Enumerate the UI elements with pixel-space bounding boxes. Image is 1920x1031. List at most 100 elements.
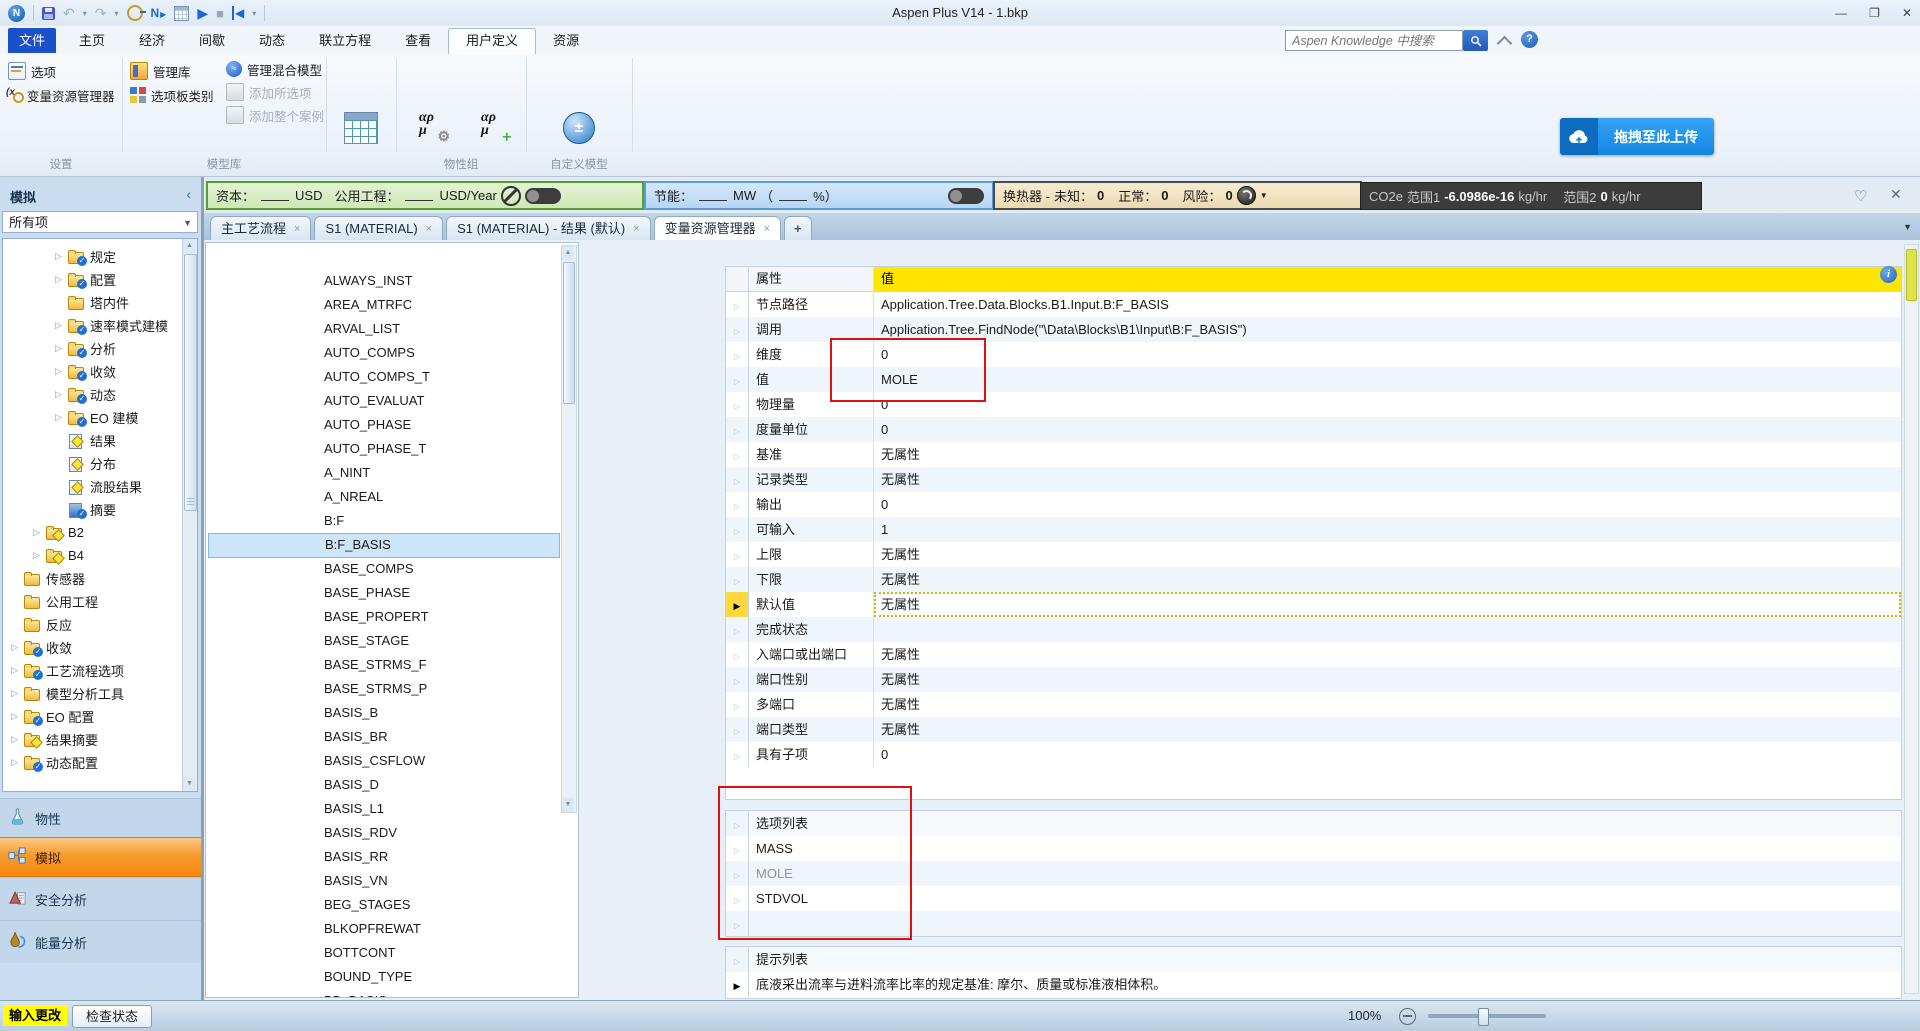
economics-toggle[interactable]: [525, 188, 561, 204]
property-row[interactable]: 基准无属性: [726, 442, 1901, 467]
scrollbar-thumb[interactable]: [1906, 249, 1917, 301]
manage-hybrid-models-button[interactable]: ≈ 管理混合模型: [226, 58, 322, 80]
document-tab[interactable]: 主工艺流程: [210, 216, 311, 240]
variable-list-item[interactable]: BASE_COMPS: [208, 557, 560, 580]
variable-list-item[interactable]: ALWAYS_INST: [208, 269, 560, 292]
close-strip-icon[interactable]: ✕: [1890, 186, 1902, 203]
options-button[interactable]: 选项: [8, 60, 56, 82]
expand-icon[interactable]: [55, 412, 68, 423]
close-tab-icon[interactable]: [294, 218, 300, 240]
variable-list-item[interactable]: BB_BASIS: [208, 989, 560, 998]
variable-list-item[interactable]: AUTO_EVALUAT: [208, 389, 560, 412]
variable-list-item[interactable]: BLKOPFREWAT: [208, 917, 560, 940]
close-button[interactable]: ✕: [1902, 6, 1912, 20]
variable-list-item[interactable]: BASIS_VN: [208, 869, 560, 892]
property-row[interactable]: 度量单位0: [726, 417, 1901, 442]
chevron-down-icon[interactable]: ▼: [1260, 191, 1268, 200]
expand-icon[interactable]: [11, 642, 24, 653]
ribbon-tab[interactable]: 间歇: [182, 28, 242, 54]
property-row[interactable]: 端口性别无属性: [726, 667, 1901, 692]
expand-icon[interactable]: [55, 389, 68, 400]
tree-item[interactable]: 速率模式建模: [3, 314, 181, 337]
variable-list-item[interactable]: BASE_PHASE: [208, 581, 560, 604]
property-row[interactable]: 物理量0: [726, 392, 1901, 417]
property-row[interactable]: 完成状态: [726, 617, 1901, 642]
tree-item[interactable]: 摘要: [3, 498, 181, 521]
option-row-empty[interactable]: [726, 911, 1901, 936]
tree-item[interactable]: B4: [3, 544, 181, 567]
property-row[interactable]: 记录类型无属性: [726, 467, 1901, 492]
ribbon-tab[interactable]: 主页: [62, 28, 122, 54]
tree-item[interactable]: EO 建模: [3, 406, 181, 429]
expand-icon[interactable]: [11, 665, 24, 676]
option-row[interactable]: STDVOL: [726, 886, 1901, 911]
expand-icon[interactable]: [55, 251, 68, 262]
drag-upload-button[interactable]: 拖拽至此上传: [1560, 118, 1714, 155]
hint-row[interactable]: 底液采出流率与进料流率比率的规定基准: 摩尔、质量或标准液相体积。: [726, 972, 1901, 997]
exchangers-strip[interactable]: 换热器 - 未知：0 正常：0 风险：0 ▼: [993, 181, 1362, 210]
search-input[interactable]: [1286, 31, 1462, 50]
panel-scrollbar[interactable]: [1904, 244, 1919, 994]
tree-item[interactable]: 反应: [3, 613, 181, 636]
variable-list-item[interactable]: BOUND_TYPE: [208, 965, 560, 988]
tree-item[interactable]: 分布: [3, 452, 181, 475]
variable-list-item[interactable]: BASIS_BR: [208, 725, 560, 748]
favorite-icon[interactable]: ♡: [1854, 187, 1867, 205]
scroll-down-icon[interactable]: ▼: [183, 777, 196, 791]
tree-item[interactable]: 公用工程: [3, 590, 181, 613]
tree-item[interactable]: 规定: [3, 245, 181, 268]
tree-item[interactable]: 模型分析工具: [3, 682, 181, 705]
tree-item[interactable]: 收敛: [3, 360, 181, 383]
tree-item[interactable]: 结果: [3, 429, 181, 452]
property-row[interactable]: 输出0: [726, 492, 1901, 517]
property-row[interactable]: 值MOLE: [726, 367, 1901, 392]
property-row[interactable]: 入端口或出端口无属性: [726, 642, 1901, 667]
tree-item[interactable]: 配置: [3, 268, 181, 291]
energy-toggle[interactable]: [948, 188, 984, 204]
energy-strip[interactable]: 节能：MW （%）: [644, 181, 994, 210]
document-tab[interactable]: S1 (MATERIAL) - 结果 (默认): [446, 216, 650, 240]
ribbon-tab[interactable]: 动态: [242, 28, 302, 54]
variable-list-item[interactable]: BASIS_RR: [208, 845, 560, 868]
property-row[interactable]: 节点路径Application.Tree.Data.Blocks.B1.Inpu…: [726, 292, 1901, 317]
ribbon-tab[interactable]: 经济: [122, 28, 182, 54]
variable-list-item[interactable]: AUTO_PHASE: [208, 413, 560, 436]
collapse-ribbon-icon[interactable]: [1497, 36, 1513, 52]
scroll-up-icon[interactable]: ▲: [562, 246, 574, 260]
expand-icon[interactable]: [11, 734, 24, 745]
add-entire-case-button[interactable]: 添加整个案例: [226, 104, 324, 126]
option-row[interactable]: MASS: [726, 836, 1901, 861]
expand-icon[interactable]: [33, 527, 46, 538]
ribbon-tab[interactable]: 资源: [536, 28, 596, 54]
property-row[interactable]: 下限无属性: [726, 567, 1901, 592]
tree-filter-dropdown[interactable]: 所有项 ▼: [2, 211, 198, 233]
variable-list-item[interactable]: AUTO_COMPS_T: [208, 365, 560, 388]
tree-item[interactable]: 动态: [3, 383, 181, 406]
collapse-sidebar-icon[interactable]: ‹: [186, 186, 191, 202]
tree-item[interactable]: 工艺流程选项: [3, 659, 181, 682]
variable-list-item[interactable]: BASIS_D: [208, 773, 560, 796]
ribbon-tab[interactable]: 查看: [388, 28, 448, 54]
variable-list-item[interactable]: BASE_STAGE: [208, 629, 560, 652]
scrollbar-thumb[interactable]: [184, 254, 197, 511]
property-row[interactable]: 多端口无属性: [726, 692, 1901, 717]
sidebar-nav-safety[interactable]: 安全分析: [0, 877, 201, 920]
variable-list-scrollbar[interactable]: ▲ ▼: [561, 245, 577, 813]
tree-item[interactable]: 动态配置: [3, 751, 181, 774]
expand-icon[interactable]: [33, 550, 46, 561]
zoom-slider[interactable]: [1428, 1014, 1546, 1018]
expand-icon[interactable]: [55, 320, 68, 331]
tab-list-dropdown-icon[interactable]: ▼: [1903, 222, 1912, 232]
close-tab-icon[interactable]: [633, 218, 639, 240]
variable-list-item[interactable]: BOTTCONT: [208, 941, 560, 964]
file-tab[interactable]: 文件: [8, 28, 56, 53]
variable-list-item[interactable]: ARVAL_LIST: [208, 317, 560, 340]
sidebar-nav-energy[interactable]: 能量分析: [0, 920, 201, 963]
expand-icon[interactable]: [55, 274, 68, 285]
sidebar-nav-flowsheet[interactable]: 模拟: [0, 837, 201, 877]
property-row[interactable]: 具有子项0: [726, 742, 1901, 767]
variable-list-item[interactable]: BASE_PROPERT: [208, 605, 560, 628]
property-row[interactable]: 上限无属性: [726, 542, 1901, 567]
maximize-button[interactable]: ❐: [1869, 6, 1880, 20]
expand-icon[interactable]: [55, 366, 68, 377]
